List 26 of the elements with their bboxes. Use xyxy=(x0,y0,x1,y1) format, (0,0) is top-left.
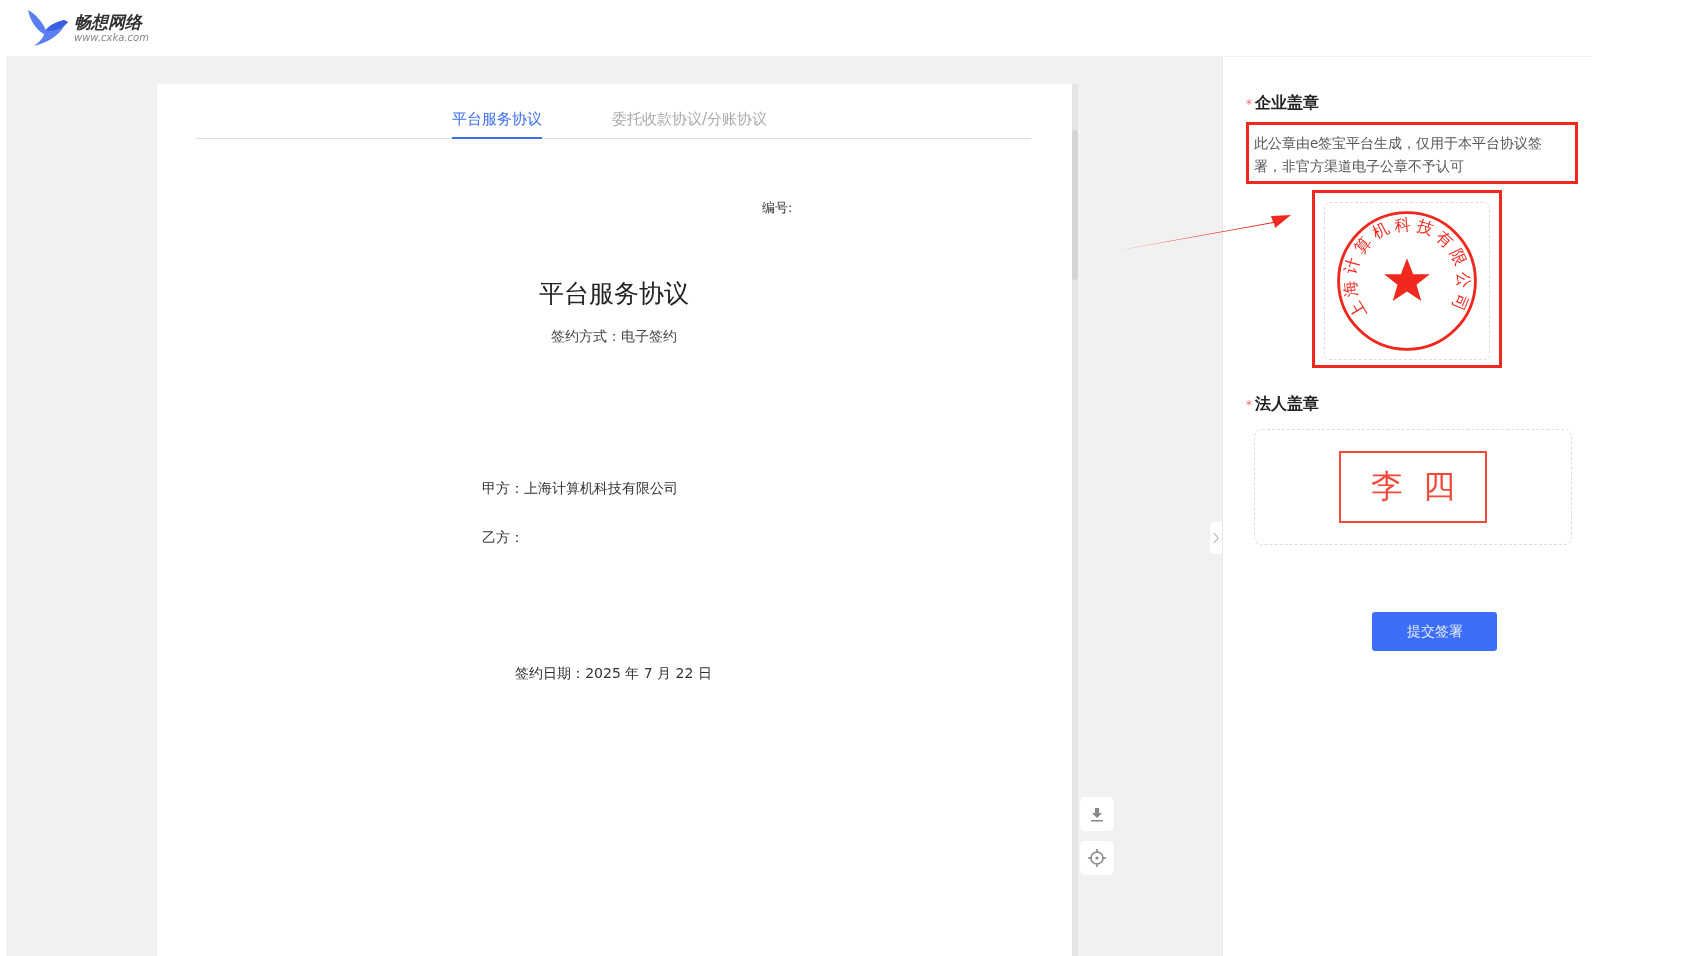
crosshair-icon xyxy=(1087,848,1107,868)
collapse-handle[interactable] xyxy=(1210,522,1222,554)
party-a: 甲方：上海计算机科技有限公司 xyxy=(482,480,678,496)
required-mark: * xyxy=(1246,398,1252,412)
section-label: 企业盖章 xyxy=(1255,93,1319,114)
scrollbar[interactable] xyxy=(1072,84,1078,956)
section-label: 法人盖章 xyxy=(1255,394,1319,415)
download-icon xyxy=(1089,806,1105,822)
document-title: 平台服务协议 xyxy=(538,279,689,308)
bird-logo-icon xyxy=(26,8,70,48)
download-button[interactable] xyxy=(1080,797,1114,831)
tab[interactable]: 委托收款协议/分账协议 xyxy=(612,84,768,139)
seal-slot[interactable]: 李四 xyxy=(1254,429,1572,545)
required-mark: * xyxy=(1246,97,1252,111)
chevron-right-icon xyxy=(1213,531,1219,545)
number-label: 编号: xyxy=(762,200,793,215)
tab[interactable]: 平台服务协议 xyxy=(452,84,542,139)
signing-method: 签约方式：电子签约 xyxy=(550,328,677,344)
signing-date: 签约日期：2025 年 7 月 22 日 xyxy=(515,665,712,681)
logo-name: 畅想网络 xyxy=(74,13,144,32)
name-stamp: 李四 xyxy=(1339,451,1487,523)
submit-button[interactable]: 提交签署 xyxy=(1372,612,1497,651)
logo-url: www.cxka.com xyxy=(74,31,149,43)
seal-notice: 此公章由e签宝平台生成，仅用于本平台协议签署，非官方渠道电子公章不予认可 xyxy=(1246,122,1578,184)
locate-button[interactable] xyxy=(1080,841,1114,875)
party-b: 乙方： xyxy=(482,529,524,545)
